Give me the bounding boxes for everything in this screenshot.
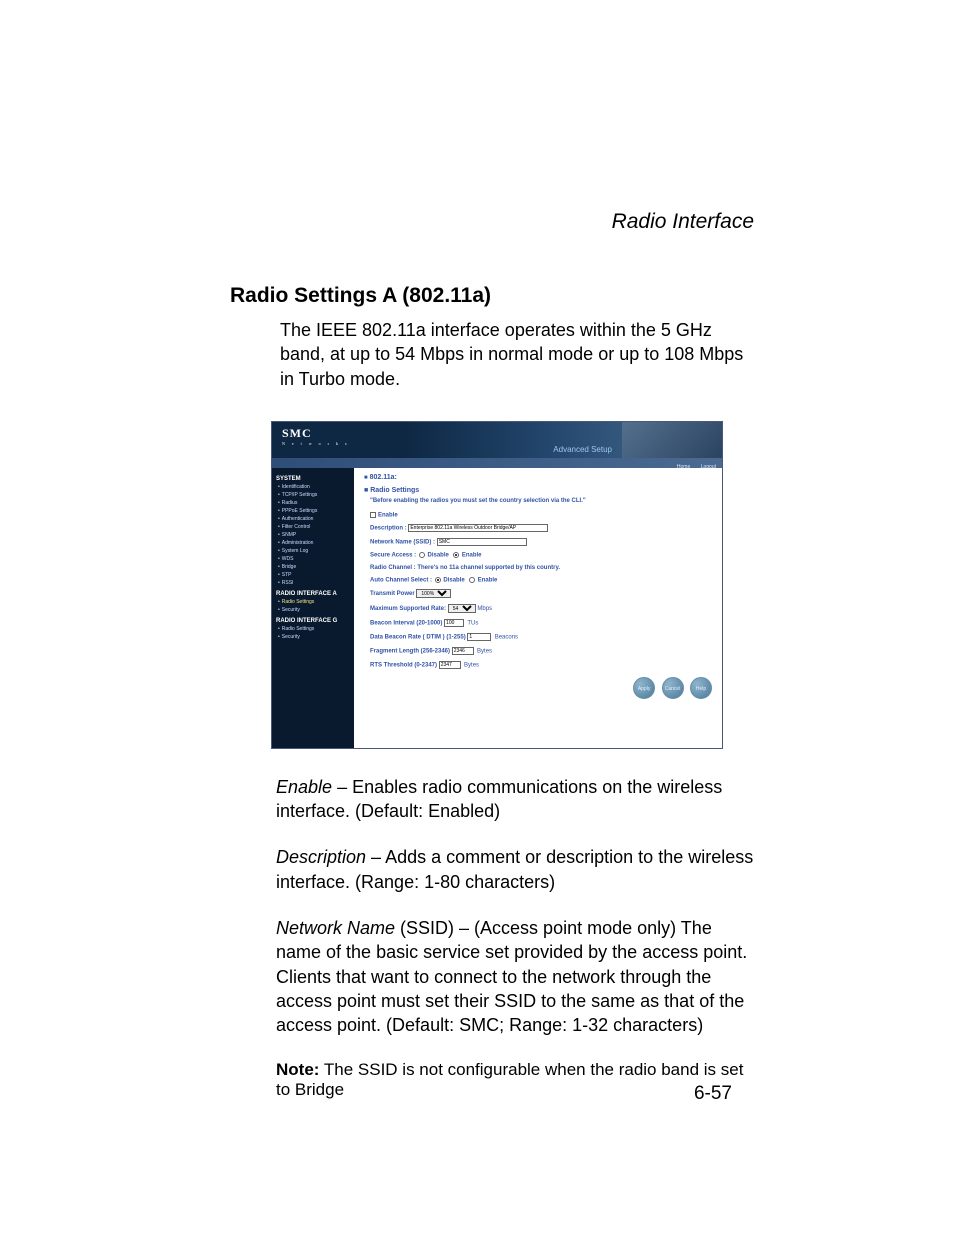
tx-power-label: Transmit Power [370,591,415,597]
frag-input[interactable] [452,647,474,655]
sidebar-item-pppoe[interactable]: •PPPoE Settings [276,507,354,515]
dtim-row: Data Beacon Rate ( DTIM ) (1-255) Beacon… [370,633,712,641]
dtim-label: Data Beacon Rate ( DTIM ) (1-255) [370,635,466,641]
auto-channel-disable-radio[interactable] [435,577,441,583]
enable-row: Enable [370,512,712,519]
para-description: Description – Adds a comment or descript… [276,845,754,894]
cancel-button[interactable]: Cancel [662,677,684,699]
para-enable: Enable – Enables radio communications on… [276,775,754,824]
dtim-input[interactable] [467,633,491,641]
max-rate-unit: Mbps [477,606,492,612]
secure-access-row: Secure Access : Disable Enable [370,552,712,559]
radio-channel-row: Radio Channel : There's no 11a channel s… [370,565,712,571]
frag-unit: Bytes [477,649,492,655]
beacon-input[interactable] [444,619,464,627]
rts-row: RTS Threshold (0-2347) Bytes [370,661,712,669]
sidebar-item-stp[interactable]: •STP [276,571,354,579]
frag-label: Fragment Length (256-2346) [370,649,450,655]
sidebar: SYSTEM •Identification •TCP/IP Settings … [272,468,354,748]
sidebar-item-system-log[interactable]: •System Log [276,547,354,555]
apply-button[interactable]: Apply [633,677,655,699]
text-enable: – Enables radio communications on the wi… [276,777,722,821]
button-row: Apply Cancel Help [364,677,712,699]
sidebar-item-tcpip[interactable]: •TCP/IP Settings [276,491,354,499]
section-intro: The IEEE 802.11a interface operates with… [280,318,754,391]
header-imagery [622,422,722,458]
ssid-row: Network Name (SSID) : [370,538,712,546]
beacon-row: Beacon Interval (20-1000) TUs [370,619,712,627]
sidebar-item-security-a[interactable]: •Security [276,606,354,614]
brand-logo-text: SMC [282,426,312,440]
tx-power-select[interactable]: 100% [416,589,451,598]
sidebar-item-security-g[interactable]: •Security [276,633,354,641]
section-title: Radio Settings A (802.11a) [230,284,754,308]
sidebar-item-bridge[interactable]: •Bridge [276,563,354,571]
embedded-screenshot: SMC N e t w o r k s Advanced Setup Home … [271,421,723,749]
beacon-unit: TUs [467,621,478,627]
sidebar-item-snmp[interactable]: •SNMP [276,531,354,539]
rts-input[interactable] [439,661,461,669]
header-mode-label: Advanced Setup [553,445,612,454]
para-network-name: Network Name (SSID) – (Access point mode… [276,916,754,1037]
description-row: Description : [370,524,712,532]
note-label: Note: [276,1060,319,1079]
term-enable: Enable [276,777,332,797]
secure-access-label: Secure Access : [370,553,416,559]
sidebar-item-administration[interactable]: •Administration [276,539,354,547]
note-text: The SSID is not configurable when the ra… [276,1060,743,1099]
sidebar-item-identification[interactable]: •Identification [276,483,354,491]
note-line: Note: The SSID is not configurable when … [276,1060,754,1100]
term-description: Description [276,847,366,867]
sidebar-item-wds[interactable]: •WDS [276,555,354,563]
max-rate-label: Maximum Supported Rate: [370,606,446,612]
frag-row: Fragment Length (256-2346) Bytes [370,647,712,655]
max-rate-select[interactable]: 54 [448,604,476,613]
sidebar-group-radio-a: RADIO INTERFACE A [276,591,354,597]
description-label: Description : [370,526,407,532]
panel-section-title: ■ Radio Settings [364,487,712,494]
description-input[interactable] [408,524,548,532]
term-network-name: Network Name [276,918,395,938]
beacon-label: Beacon Interval (20-1000) [370,621,442,627]
sidebar-item-radius[interactable]: •Radius [276,499,354,507]
auto-channel-row: Auto Channel Select : Disable Enable [370,577,712,584]
sidebar-group-radio-g: RADIO INTERFACE G [276,618,354,624]
max-rate-row: Maximum Supported Rate: 54 Mbps [370,604,712,613]
breadcrumb: ■802.11a: [364,474,712,481]
secure-enable-radio[interactable] [453,552,459,558]
auto-channel-label: Auto Channel Select : [370,577,432,583]
auto-channel-enable-radio[interactable] [469,577,475,583]
help-button[interactable]: Help [690,677,712,699]
section-title-bold: Radio Settings A [230,284,396,307]
enable-label: Enable [378,512,398,518]
sidebar-item-filter-control[interactable]: •Filter Control [276,523,354,531]
ssid-input[interactable] [437,538,527,546]
cli-warning: "Before enabling the radios you must set… [370,498,712,506]
screenshot-topbar: Home Logout [272,458,722,468]
rts-unit: Bytes [464,663,479,669]
section-title-rest: (802.11a) [396,284,491,307]
sidebar-item-radio-settings-a[interactable]: •Radio Settings [276,598,354,606]
enable-checkbox[interactable] [370,512,376,518]
dtim-unit: Beacons [495,635,518,641]
rts-label: RTS Threshold (0-2347) [370,663,437,669]
sidebar-group-system: SYSTEM [276,476,354,482]
sidebar-item-radio-settings-g[interactable]: •Radio Settings [276,625,354,633]
page-number: 6-57 [694,1083,732,1105]
main-panel: ■802.11a: ■ Radio Settings "Before enabl… [354,468,722,748]
ssid-label: Network Name (SSID) : [370,540,435,546]
tx-power-row: Transmit Power 100% [370,589,712,598]
sidebar-item-rssi[interactable]: •RSSI [276,579,354,587]
page-header: Radio Interface [240,210,754,234]
secure-disable-radio[interactable] [419,552,425,558]
sidebar-item-authentication[interactable]: •Authentication [276,515,354,523]
screenshot-header: SMC N e t w o r k s Advanced Setup [272,422,722,458]
